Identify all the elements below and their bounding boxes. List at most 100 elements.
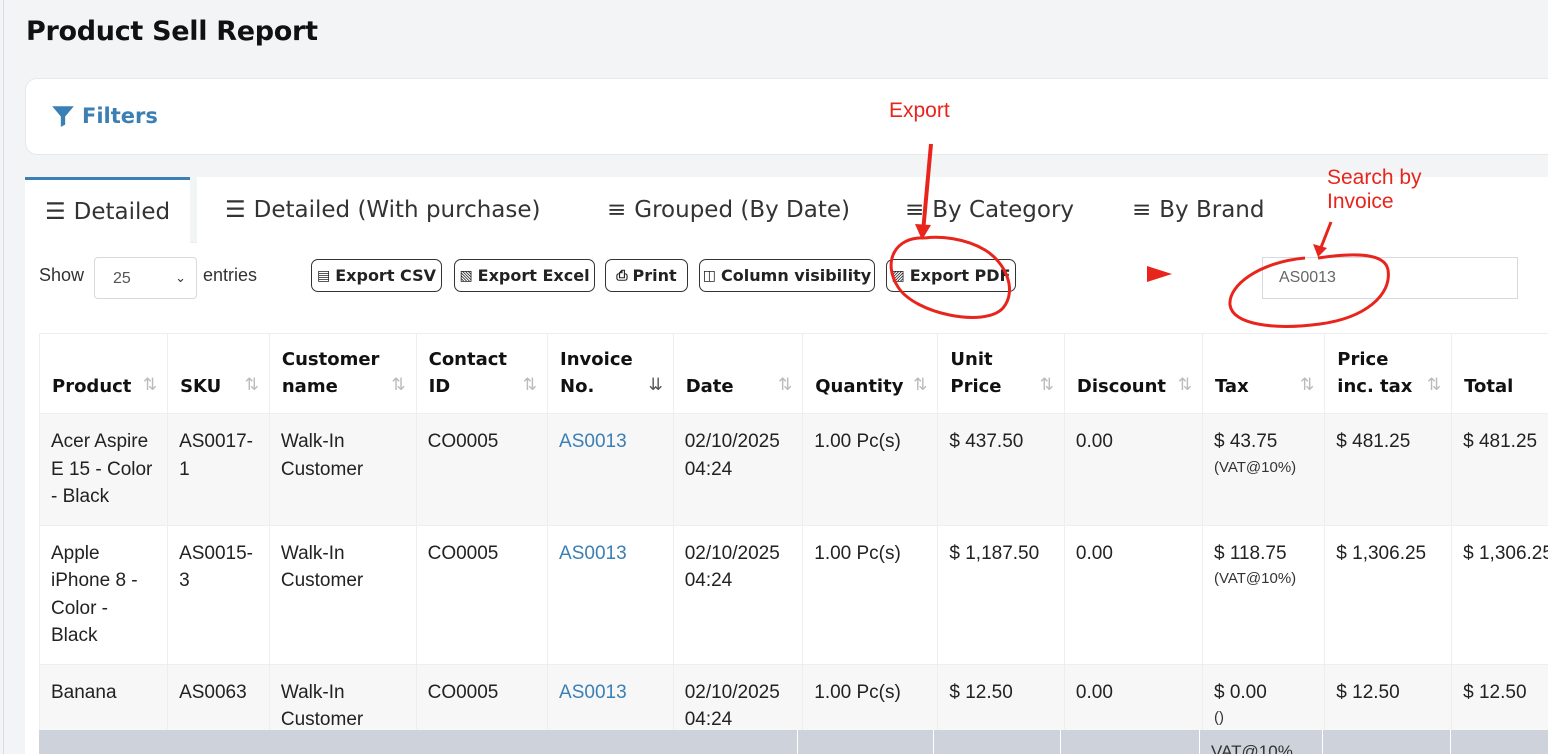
export-excel-button[interactable]: ▧ Export Excel [454,259,595,292]
sort-icon: ⇅ [778,375,793,395]
table-controls: Show 25 ⌄ entries ▤ Export CSV ▧ Export … [25,243,1548,333]
sort-icon: ⇅ [522,375,538,395]
cell-invoice: AS0013 [547,524,674,665]
cell-customer: Walk-In Customer [268,413,417,526]
menu-icon: ≡ [905,197,925,223]
printer-icon: ⎙ [616,267,628,284]
table-footer-row [39,730,1548,754]
cell-quantity: 1.00 Pc(s) [802,524,939,665]
export-csv-button[interactable]: ▤ Export CSV [311,259,442,292]
tab-by-brand[interactable]: ≡ By Brand [1132,177,1265,243]
page-title: Product Sell Report [26,16,318,47]
chevron-down-icon: ⌄ [175,270,186,285]
cell-discount: 0.00 [1063,524,1203,665]
header-label: Product [52,376,132,397]
column-header-total[interactable]: Total [1451,333,1548,414]
column-visibility-button[interactable]: ◫ Column visibility [699,259,875,292]
sort-icon: ⇅ [913,375,928,395]
sort-desc-icon: ⇊ [648,375,663,395]
column-header-contact-id[interactable]: Contact ID ⇅ [415,333,549,414]
footer-tax-summary: VAT@10% [1211,745,1293,754]
cell-unit-price: $ 437.50 [937,413,1065,526]
column-header-discount[interactable]: Discount ⇅ [1063,333,1203,414]
tab-detailed-with-purchase[interactable]: ☰ Detailed (With purchase) [225,177,541,243]
tab-grouped-by-date[interactable]: ≡ Grouped (By Date) [607,177,850,243]
search-input[interactable] [1262,257,1518,299]
cell-quantity: 1.00 Pc(s) [802,413,939,526]
tax-amount: $ 0.00 [1213,681,1267,703]
tab-detailed[interactable]: ☰ Detailed [25,177,191,244]
column-header-product[interactable]: Product ⇅ [38,333,169,414]
header-label: Invoice No. [560,349,633,397]
header-label: Price inc. tax [1337,349,1413,397]
tab-label: Detailed (With purchase) [253,197,541,223]
tab-label: By Brand [1159,197,1265,223]
filters-label: Filters [82,104,158,128]
tab-by-category[interactable]: ≡ By Category [905,177,1074,243]
header-label: Discount [1076,376,1167,397]
header-label: Unit Price [950,349,1002,397]
annotation-export-label: Export [889,99,950,122]
invoice-link[interactable]: AS0013 [559,682,627,703]
header-label: Contact ID [428,349,508,397]
tax-note: (VAT@10%) [1213,458,1297,476]
footer-cell-divider [1060,730,1061,754]
sort-icon: ⇅ [244,375,259,395]
column-header-unit-price[interactable]: Unit Price ⇅ [937,333,1065,414]
annotation-search-label: Search by Invoice [1327,166,1422,213]
cell-total: $ 1,306.25 [1451,524,1548,665]
page-size-select[interactable]: 25 ⌄ [94,257,197,299]
cell-price-inc-tax: $ 481.25 [1324,413,1453,526]
cell-invoice: AS0013 [547,413,674,526]
column-header-price-inc-tax[interactable]: Price inc. tax ⇅ [1324,333,1453,414]
cell-discount: 0.00 [1063,413,1203,526]
tab-label: Grouped (By Date) [634,197,850,223]
column-header-tax[interactable]: Tax ⇅ [1201,333,1326,414]
sort-icon: ⇅ [1426,375,1442,395]
cell-price-inc-tax: $ 1,306.25 [1324,524,1453,665]
column-header-quantity[interactable]: Quantity ⇅ [802,333,939,414]
entries-label: entries [203,265,258,285]
header-label: Quantity [815,376,904,397]
export-excel-label: Export Excel [477,266,590,285]
tax-amount: $ 43.75 [1213,431,1278,452]
csv-file-icon: ▤ [317,267,331,284]
export-csv-label: Export CSV [335,266,436,285]
cell-customer: Walk-In Customer [268,524,417,665]
report-panel: ☰ Detailed ☰ Detailed (With purchase) ≡ … [25,177,1548,754]
export-pdf-label: Export PDF [909,266,1011,285]
menu-icon: ≡ [1132,197,1152,223]
excel-file-icon: ▧ [459,267,473,284]
export-pdf-button[interactable]: ▨ Export PDF [886,259,1016,292]
cell-sku: AS0017-1 [167,413,270,526]
product-sell-table: Product ⇅ SKU ⇅ Customer name ⇅ Contact ID ⇅… [38,333,1548,749]
footer-cell-divider [1322,730,1323,754]
table-row: Acer Aspire E 15 - Color - Black AS0017-… [38,413,1548,526]
footer-cell-divider [1450,730,1451,754]
cell-tax: $ 118.75 (VAT@10%) [1201,524,1326,665]
cell-product: Apple iPhone 8 - Color - Black [38,524,169,665]
column-header-invoice-no[interactable]: Invoice No. ⇊ [547,333,674,414]
tab-label: By Category [932,197,1075,223]
invoice-link[interactable]: AS0013 [559,543,627,564]
header-label: Date [685,376,734,397]
cell-date: 02/10/2025 04:24 [672,524,804,665]
cell-unit-price: $ 1,187.50 [937,524,1065,665]
report-tabs: ☰ Detailed ☰ Detailed (With purchase) ≡ … [25,177,1548,244]
footer-cell-divider [797,730,798,754]
cell-product: Acer Aspire E 15 - Color - Black [38,413,169,526]
list-icon: ☰ [45,199,66,225]
column-header-date[interactable]: Date ⇅ [672,333,804,414]
cell-sku: AS0015-3 [167,524,270,665]
filters-button[interactable]: Filters [50,103,158,129]
column-header-sku[interactable]: SKU ⇅ [167,333,270,414]
tab-label: Detailed [73,199,171,225]
sort-icon: ⇅ [142,375,158,395]
invoice-link[interactable]: AS0013 [559,431,627,452]
tax-note: (VAT@10%) [1213,570,1297,587]
cell-contact: CO0005 [415,524,549,665]
filters-card: Filters [25,78,1548,155]
column-header-customer-name[interactable]: Customer name ⇅ [268,333,417,414]
show-label: Show [39,265,85,285]
print-button[interactable]: ⎙ Print [605,259,688,292]
